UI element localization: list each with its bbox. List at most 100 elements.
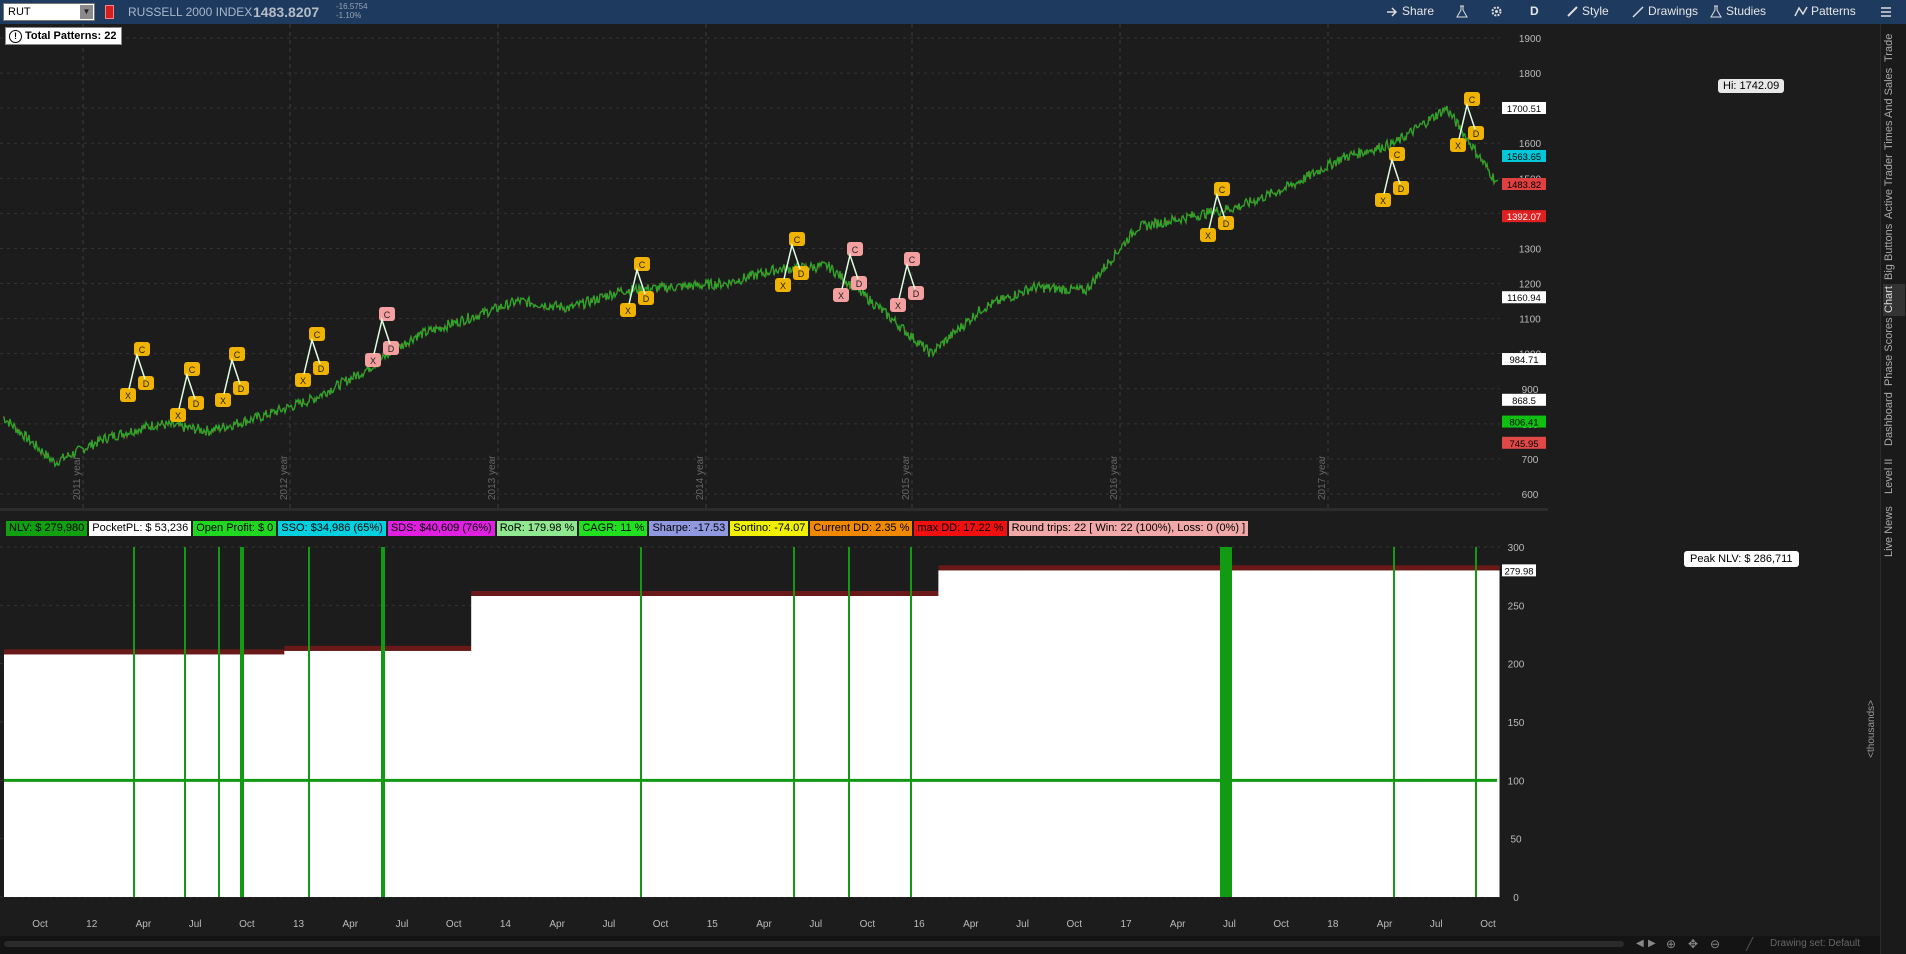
svg-text:D: D — [1398, 184, 1405, 194]
right-tab-phase-scores[interactable]: Phase Scores — [1883, 318, 1905, 386]
price-series-down-ticks — [2, 105, 1499, 468]
svg-text:C: C — [909, 255, 916, 265]
pattern-point-marker: C — [789, 232, 805, 246]
time-tick-label: Oct — [1480, 919, 1496, 930]
scroll-track[interactable] — [4, 941, 1624, 947]
pl-marker: 279.98 — [1504, 566, 1533, 577]
pattern-point-marker: C — [184, 362, 200, 376]
pattern-point-marker: D — [383, 341, 399, 355]
horizontal-scrollbar[interactable]: ◀ ▶ ⊕ ✥ ⊖ ╱ — [0, 936, 1906, 954]
svg-text:C: C — [189, 365, 196, 375]
trade-marker-bar — [133, 547, 135, 897]
svg-text:X: X — [895, 301, 901, 311]
pl-area-segment — [284, 650, 379, 897]
right-tab-times-and-sales[interactable]: Times And Sales — [1883, 68, 1905, 150]
net-change: -16.5754 — [336, 2, 368, 11]
pl-chart[interactable] — [0, 512, 1500, 902]
pattern-point-marker: C — [229, 347, 245, 361]
time-tick-label: 14 — [500, 919, 512, 930]
svg-text:C: C — [794, 235, 801, 245]
drawing-pencil-icon[interactable]: ╱ — [1746, 937, 1753, 951]
trade-marker-bar — [308, 547, 310, 897]
price-chart[interactable]: C D X C D X C D X C D X C D X C D X C D X C D X C D X C D X C D X C D X 201… — [0, 24, 1500, 508]
pl-peak-band — [751, 591, 846, 596]
aggregation-button[interactable]: D — [1530, 4, 1539, 20]
share-button[interactable]: Share — [1386, 4, 1434, 20]
year-separators — [82, 24, 1329, 508]
time-tick-label: Oct — [1273, 919, 1289, 930]
pattern-point-marker: X — [365, 353, 381, 367]
svg-text:X: X — [838, 291, 844, 301]
right-tab-trade[interactable]: Trade — [1883, 28, 1905, 68]
price-tick-label: 1300 — [1519, 244, 1542, 255]
pattern-point-marker: C — [379, 307, 395, 321]
right-tab-active-trader[interactable]: Active Trader — [1883, 154, 1905, 220]
right-tab-live-news[interactable]: Live News — [1883, 504, 1905, 560]
pl-area-segment — [1405, 570, 1500, 897]
time-tick-label: Apr — [1377, 919, 1393, 930]
drawings-button[interactable]: Drawings — [1632, 4, 1698, 20]
flask-button[interactable] — [1456, 4, 1471, 20]
zoom-out-icon[interactable]: ⊖ — [1710, 937, 1720, 951]
svg-text:X: X — [1380, 196, 1386, 206]
drawing-set-label[interactable]: Drawing set: Default — [1770, 938, 1860, 949]
pl-area-segment — [658, 596, 752, 897]
alert-icon: ! — [9, 30, 22, 43]
pl-peak-band — [1312, 565, 1407, 571]
scroll-right-icon[interactable]: ▶ — [1648, 938, 1656, 949]
price-tick-label: 600 — [1522, 490, 1539, 501]
right-tab-big-buttons[interactable]: Big Buttons — [1883, 224, 1905, 280]
pl-peak-band — [377, 645, 472, 651]
high-label: Hi: 1742.09 — [1718, 79, 1785, 93]
price-grid — [0, 37, 1500, 495]
pl-area-segment — [4, 654, 98, 897]
year-label: 2012 year — [279, 455, 290, 500]
pl-bars — [4, 547, 1500, 897]
pl-peak-band — [4, 649, 98, 655]
trade-marker-bar — [218, 547, 220, 897]
pattern-point-marker: D — [638, 291, 654, 305]
svg-text:D: D — [143, 379, 150, 389]
total-patterns-badge[interactable]: ! Total Patterns: 22 — [5, 27, 122, 45]
svg-text:D: D — [856, 279, 863, 289]
patterns-button[interactable]: Patterns — [1794, 4, 1856, 20]
percent-change: -1.10% — [336, 11, 362, 20]
style-button[interactable]: Style — [1566, 4, 1609, 20]
link-color-icon[interactable] — [105, 5, 114, 19]
svg-text:D: D — [1473, 129, 1480, 139]
pattern-point-marker: X — [170, 408, 186, 422]
time-tick-label: Oct — [446, 919, 462, 930]
pattern-point-marker: C — [847, 242, 863, 256]
pl-area-segment — [844, 596, 939, 897]
time-tick-label: Jul — [1016, 919, 1029, 930]
pane-divider[interactable] — [0, 508, 1548, 511]
right-tab-chart[interactable]: Chart — [1883, 284, 1905, 316]
svg-text:D: D — [643, 294, 650, 304]
settings-button[interactable] — [1490, 4, 1506, 20]
right-tab-level-ii[interactable]: Level II — [1883, 452, 1905, 500]
pattern-point-marker: C — [134, 342, 150, 356]
year-label: 2011 year — [72, 456, 83, 500]
time-tick-label: Apr — [1170, 919, 1186, 930]
patterns-label: Total Patterns: — [25, 30, 102, 42]
pattern-point-marker: X — [1375, 193, 1391, 207]
svg-text:X: X — [175, 411, 181, 421]
pl-area-segment — [190, 654, 285, 897]
menu-button[interactable] — [1880, 4, 1895, 20]
pl-peak-band — [938, 565, 1033, 571]
studies-button[interactable]: Studies — [1710, 4, 1766, 20]
svg-text:X: X — [1205, 231, 1211, 241]
pan-icon[interactable]: ✥ — [1688, 937, 1698, 951]
symbol-input[interactable]: RUT ▼ — [3, 3, 95, 21]
share-icon — [1387, 7, 1398, 17]
time-tick-label: 13 — [293, 919, 305, 930]
right-tab-dashboard[interactable]: Dashboard — [1883, 390, 1905, 448]
year-label: 2015 year — [901, 455, 912, 500]
trade-marker-bar — [848, 547, 850, 897]
pl-area-segment — [564, 596, 659, 897]
scroll-left-icon[interactable]: ◀ — [1636, 938, 1644, 949]
chevron-down-icon[interactable]: ▼ — [80, 5, 93, 19]
pl-peak-band — [844, 591, 939, 596]
zoom-in-icon[interactable]: ⊕ — [1666, 937, 1676, 951]
svg-text:C: C — [139, 345, 146, 355]
